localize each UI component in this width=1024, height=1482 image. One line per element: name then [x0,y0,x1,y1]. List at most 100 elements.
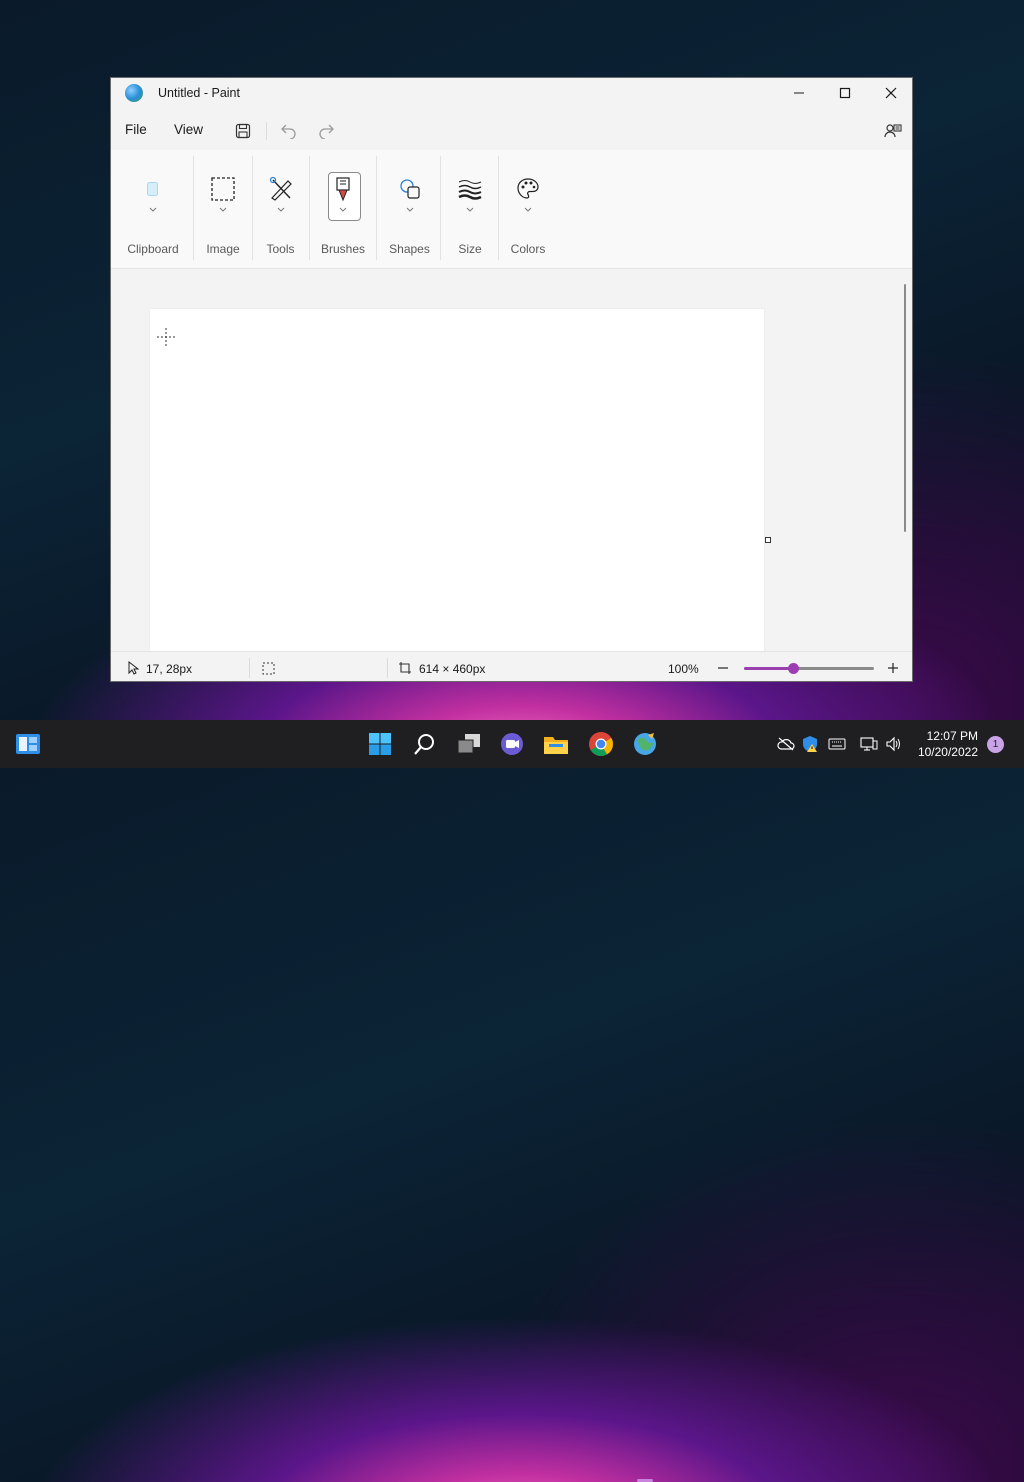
save-button[interactable] [230,118,256,144]
file-menu[interactable]: File [125,122,147,137]
widgets-icon [16,734,40,754]
canvas-area[interactable] [111,269,901,651]
paint-taskbar-button[interactable] [631,730,659,758]
redo-icon [319,124,334,139]
clock-time: 12:07 PM [926,729,978,743]
zoom-level[interactable]: 100% [668,662,699,676]
shield-warning-icon [803,736,817,752]
teams-chat-button[interactable] [498,730,526,758]
status-divider [249,658,250,678]
ribbon-divider [309,156,310,260]
palette-icon [513,174,543,204]
task-view-icon [457,734,480,754]
ribbon-label-colors: Colors [510,242,546,256]
chrome-icon [589,732,613,757]
minimize-icon [794,92,804,94]
tools-icon [266,174,296,204]
vertical-scrollbar[interactable] [904,284,906,532]
chevron-down-icon [219,207,227,212]
chevron-down-icon [339,207,347,212]
size-icon [455,174,485,204]
clock-date: 10/20/2022 [917,745,978,759]
clock[interactable]: 12:07 PM 10/20/2022 [918,728,978,760]
chevron-down-icon [149,207,157,212]
start-button[interactable] [366,730,394,758]
volume-tray-button[interactable] [884,734,904,754]
ribbon-label-brushes: Brushes [320,242,366,256]
windows-start-icon [369,733,391,755]
folder-icon [544,737,568,754]
status-divider [387,658,388,678]
zoom-slider-fill [744,667,794,670]
volume-icon [886,736,900,752]
pointer-icon [128,661,139,675]
selection-icon [208,174,238,204]
save-icon [235,123,251,139]
redo-button[interactable] [314,118,340,144]
search-button[interactable] [411,730,439,758]
taskbar: 12:07 PM 10/20/2022 [0,720,1024,1482]
close-icon [885,87,897,99]
chevron-down-icon [406,207,413,212]
ribbon-divider [440,156,441,260]
toolbar-divider [266,122,267,140]
cloud-offline-icon [777,737,795,751]
search-icon [414,734,434,755]
canvas-resize-handle[interactable] [765,537,771,543]
ribbon-group-image[interactable]: Image [195,150,251,268]
maximize-button[interactable] [822,78,868,108]
zoom-slider-thumb[interactable] [788,663,800,674]
ribbon-divider [193,156,194,260]
chat-icon [501,733,523,755]
status-bar: 17, 28px 614 × 460px 100% [111,651,912,681]
ribbon-divider [498,156,499,260]
ribbon-group-clipboard[interactable]: Clipboard [121,150,185,268]
crosshair-cursor-icon [157,328,175,346]
minimize-button[interactable] [776,78,822,108]
account-icon [884,124,902,138]
window-title: Untitled - Paint [158,86,240,100]
paint-icon [125,84,143,102]
zoom-slider[interactable] [744,663,874,674]
zoom-out-icon[interactable] [717,662,729,674]
close-button[interactable] [868,78,912,108]
file-explorer-button[interactable] [542,730,570,758]
chevron-down-icon [466,207,474,212]
selection-size-icon [262,662,275,675]
chevron-down-icon [277,207,284,212]
drawing-canvas[interactable] [150,309,764,651]
keyboard-tray-button[interactable] [827,734,847,754]
ribbon-group-shapes[interactable]: Shapes [379,150,440,268]
menu-bar: File View [111,112,912,146]
onedrive-tray-button[interactable] [776,734,796,754]
title-bar[interactable]: Untitled - Paint [111,78,912,110]
canvas-size-icon [399,662,411,674]
ribbon-label-size: Size [458,242,482,256]
ribbon-group-size[interactable]: Size [443,150,497,268]
widgets-button[interactable] [14,730,42,758]
brush-icon [328,174,358,204]
chrome-button[interactable] [587,730,615,758]
ribbon-group-brushes[interactable]: Brushes [315,150,371,268]
security-tray-button[interactable] [800,734,820,754]
maximize-icon [839,87,851,99]
ribbon-group-colors[interactable]: Colors [501,150,555,268]
account-button[interactable] [880,118,906,144]
view-menu[interactable]: View [174,122,203,137]
undo-button[interactable] [275,118,301,144]
ribbon: Clipboard Image Tools Brushes Shapes Siz… [111,150,912,269]
task-view-button[interactable] [455,730,483,758]
shapes-icon [395,174,425,204]
ribbon-divider [376,156,377,260]
network-icon [860,737,878,751]
zoom-in-icon[interactable] [887,662,899,674]
undo-icon [281,124,296,139]
clipboard-icon [138,174,168,204]
ribbon-label-clipboard: Clipboard [127,242,179,256]
canvas-size: 614 × 460px [419,662,486,676]
paint-icon [634,733,656,755]
ribbon-group-tools[interactable]: Tools [253,150,308,268]
network-tray-button[interactable] [859,734,879,754]
ribbon-label-shapes: Shapes [389,242,430,256]
notification-badge[interactable]: 1 [987,736,1004,753]
